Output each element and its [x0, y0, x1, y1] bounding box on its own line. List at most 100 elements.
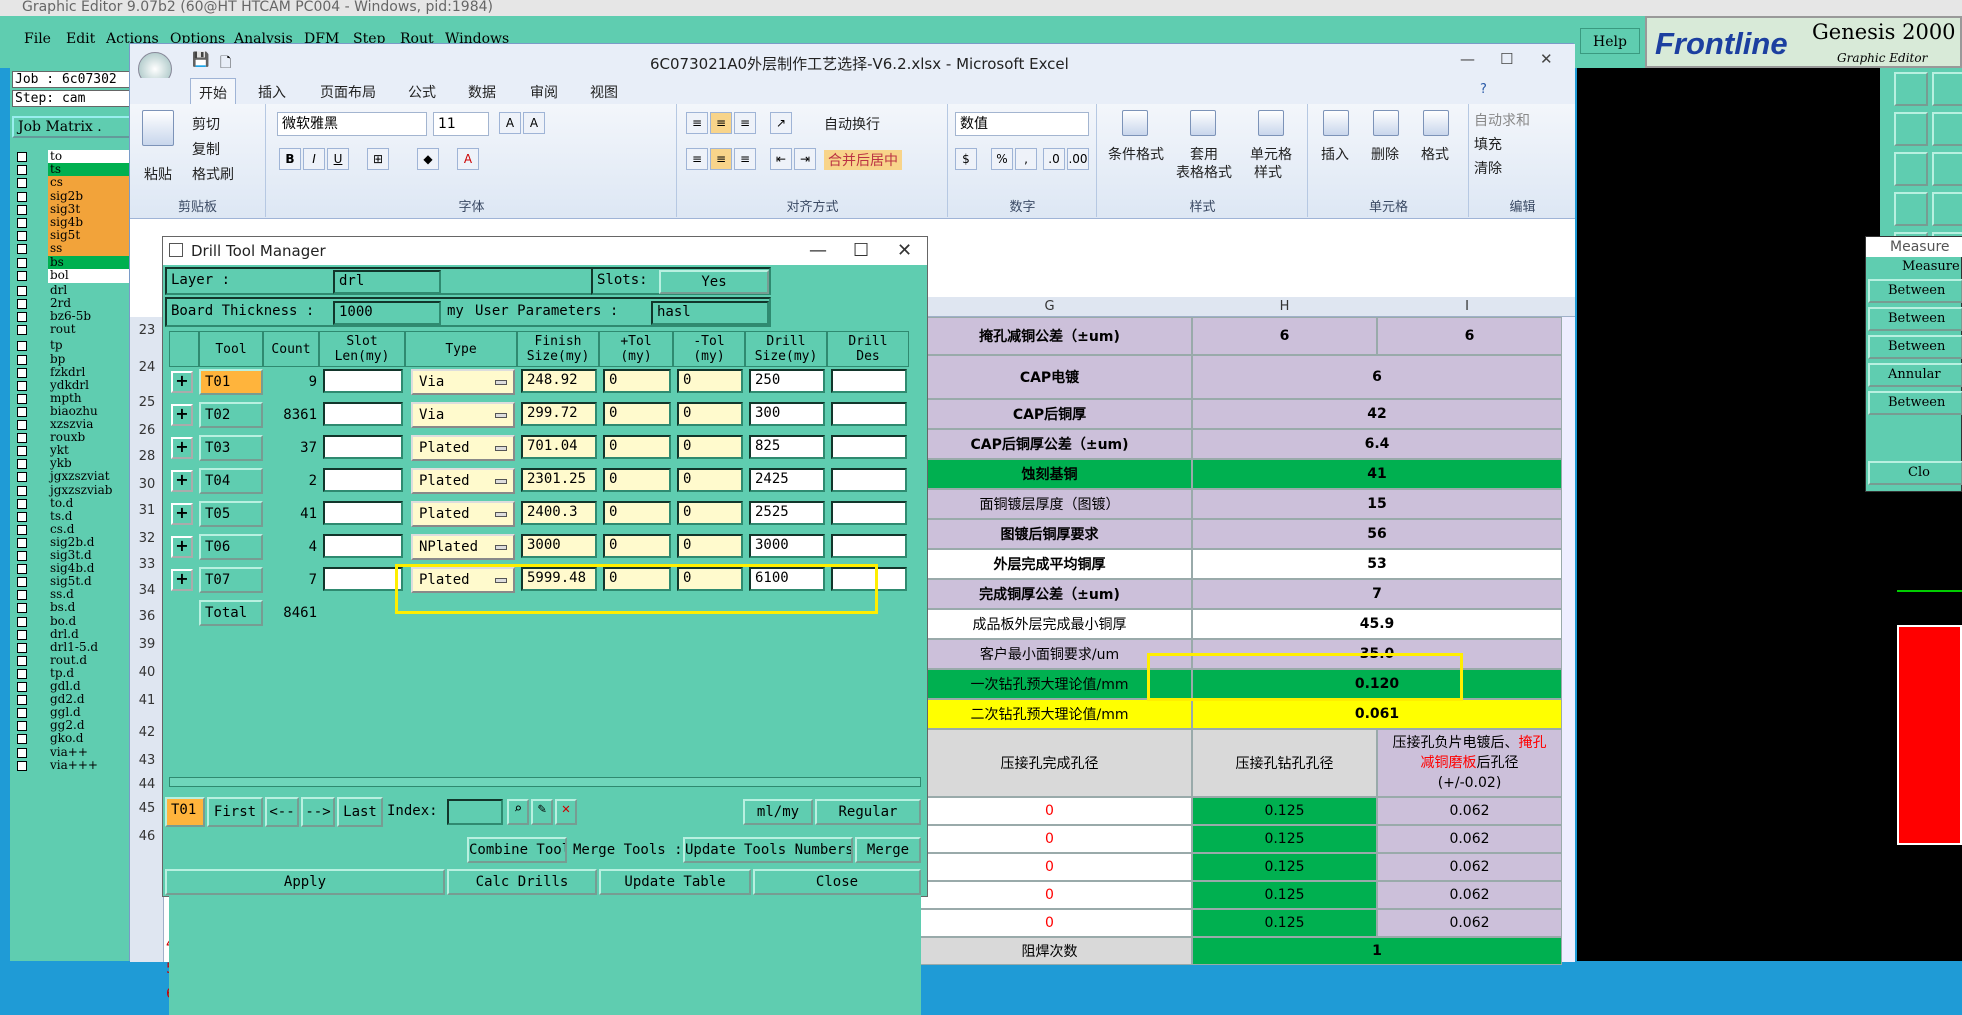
layer-row[interactable]: jgxzszviab [10, 483, 138, 498]
merge-button[interactable]: Merge [855, 837, 921, 863]
border-icon[interactable]: ⊞ [367, 148, 389, 170]
table-format-icon[interactable] [1190, 110, 1216, 136]
row-header[interactable]: 26 [130, 423, 164, 438]
layer-checkbox[interactable] [17, 747, 27, 758]
dtm-maximize-icon[interactable]: ☐ [853, 237, 869, 265]
layer-checkbox[interactable] [17, 590, 27, 601]
expand-icon[interactable]: + [171, 437, 193, 459]
layer-row[interactable]: ts [10, 163, 138, 178]
layer-checkbox[interactable] [17, 446, 27, 457]
units-select[interactable]: ml/my [743, 799, 813, 825]
layer-checkbox[interactable] [17, 537, 27, 548]
last-button[interactable]: Last [337, 797, 383, 827]
layer-checkbox[interactable] [17, 286, 27, 296]
font-size-select[interactable]: 11 [433, 112, 489, 136]
layer-checkbox[interactable] [17, 459, 27, 470]
layer-checkbox[interactable] [17, 472, 27, 483]
cell-label[interactable]: 成品板外层完成最小铜厚 [907, 609, 1192, 639]
layer-checkbox[interactable] [17, 152, 27, 162]
layer-checkbox[interactable] [17, 312, 27, 323]
expand-icon[interactable]: + [171, 503, 193, 525]
layer-checkbox[interactable] [17, 564, 27, 575]
tab-review[interactable]: 审阅 [530, 82, 558, 102]
bold-icon[interactable]: B [279, 148, 301, 170]
close-button[interactable]: Close [753, 869, 921, 895]
table-format-line2[interactable]: 表格格式 [1176, 162, 1232, 182]
cell-value[interactable]: 42 [1192, 399, 1562, 429]
row-header[interactable]: 25 [130, 395, 164, 410]
layer-checkbox[interactable] [17, 655, 27, 666]
layer-row[interactable]: tp [10, 339, 138, 354]
minus-tol-input[interactable]: 0 [677, 468, 743, 492]
fill-button[interactable]: 填充 [1474, 134, 1502, 154]
cell-value[interactable]: 6 [1192, 317, 1377, 355]
table-format-line1[interactable]: 套用 [1190, 144, 1218, 164]
layer-row[interactable]: rouxb [10, 431, 138, 446]
cell-value[interactable]: 7 [1192, 579, 1562, 609]
row-header[interactable]: 28 [130, 449, 164, 464]
drill-size-input[interactable]: 825 [749, 435, 825, 459]
first-button[interactable]: First [207, 797, 263, 827]
layer-checkbox[interactable] [17, 721, 27, 732]
finish-size-input[interactable]: 248.92 [521, 369, 597, 393]
press-cell-i[interactable]: 0.062 [1377, 853, 1562, 881]
col-header-i[interactable]: I [1377, 299, 1557, 314]
col-header-g[interactable]: G [907, 299, 1192, 314]
font-color-icon[interactable]: A [457, 148, 479, 170]
wrap-text-button[interactable]: 自动换行 [824, 114, 880, 134]
layer-checkbox[interactable] [17, 325, 27, 336]
slot-len-input[interactable] [323, 501, 403, 525]
layer-checkbox[interactable] [17, 165, 27, 176]
layer-input[interactable]: drl [333, 270, 441, 294]
row-header[interactable]: 23 [130, 323, 164, 338]
layer-checkbox[interactable] [17, 603, 27, 614]
insert-cells-button[interactable]: 插入 [1321, 144, 1349, 164]
drill-size-input[interactable]: 300 [749, 402, 825, 426]
tool-button[interactable]: T05 [199, 501, 263, 527]
tab-insert[interactable]: 插入 [258, 82, 286, 102]
layer-checkbox[interactable] [17, 367, 27, 378]
layer-checkbox[interactable] [17, 191, 27, 202]
save-icon[interactable]: 💾 [192, 52, 209, 68]
italic-icon[interactable]: I [303, 148, 325, 170]
col-header-h[interactable]: H [1192, 299, 1377, 314]
layer-row[interactable]: drl [10, 284, 138, 298]
drill-des-input[interactable] [831, 501, 907, 525]
layer-row[interactable]: to [10, 150, 138, 164]
update-table-button[interactable]: Update Table [599, 869, 751, 895]
close-icon[interactable]: ✕ [1540, 50, 1553, 68]
drill-des-input[interactable] [831, 369, 907, 393]
row-header[interactable]: 41 [130, 693, 164, 708]
press-cell-i[interactable]: 0.062 [1377, 825, 1562, 853]
finish-size-input[interactable]: 2301.25 [521, 468, 597, 492]
type-select[interactable]: Via [411, 402, 515, 428]
measure-between-1[interactable]: Between [1868, 279, 1962, 303]
vertical-scrollbar[interactable] [1562, 317, 1575, 962]
press-cell-i[interactable]: 0.062 [1377, 797, 1562, 825]
layer-checkbox[interactable] [17, 498, 27, 509]
tool-icon[interactable] [1932, 72, 1962, 106]
press-cell-g[interactable]: 0 [907, 881, 1192, 909]
cell-value[interactable]: 53 [1192, 549, 1562, 579]
dtm-close-icon[interactable]: ✕ [897, 237, 912, 265]
cell-value[interactable]: 6.4 [1192, 429, 1562, 459]
layer-checkbox[interactable] [17, 433, 27, 444]
cell-style-line1[interactable]: 单元格 [1250, 144, 1292, 164]
tool-icon-2[interactable] [1932, 112, 1962, 146]
align-middle-icon[interactable]: ≡ [710, 112, 732, 134]
tool-icon-4[interactable] [1932, 192, 1962, 226]
slot-len-input[interactable] [323, 534, 403, 558]
copy-button[interactable]: 复制 [192, 139, 220, 159]
press-cell-i[interactable]: 0.062 [1377, 909, 1562, 937]
cell-label[interactable]: 图镀后铜厚要求 [907, 519, 1192, 549]
layer-row[interactable]: ts.d [10, 509, 138, 524]
layer-checkbox[interactable] [17, 551, 27, 561]
row-header[interactable]: 24 [130, 360, 164, 375]
minus-tol-input[interactable]: 0 [677, 402, 743, 426]
cell-style-line2[interactable]: 样式 [1254, 162, 1282, 182]
expand-icon[interactable]: + [171, 371, 193, 393]
tool-button[interactable]: T06 [199, 534, 263, 560]
calc-drills-button[interactable]: Calc Drills [447, 869, 597, 895]
layer-checkbox[interactable] [17, 629, 27, 640]
finish-size-input[interactable]: 2400.3 [521, 501, 597, 525]
